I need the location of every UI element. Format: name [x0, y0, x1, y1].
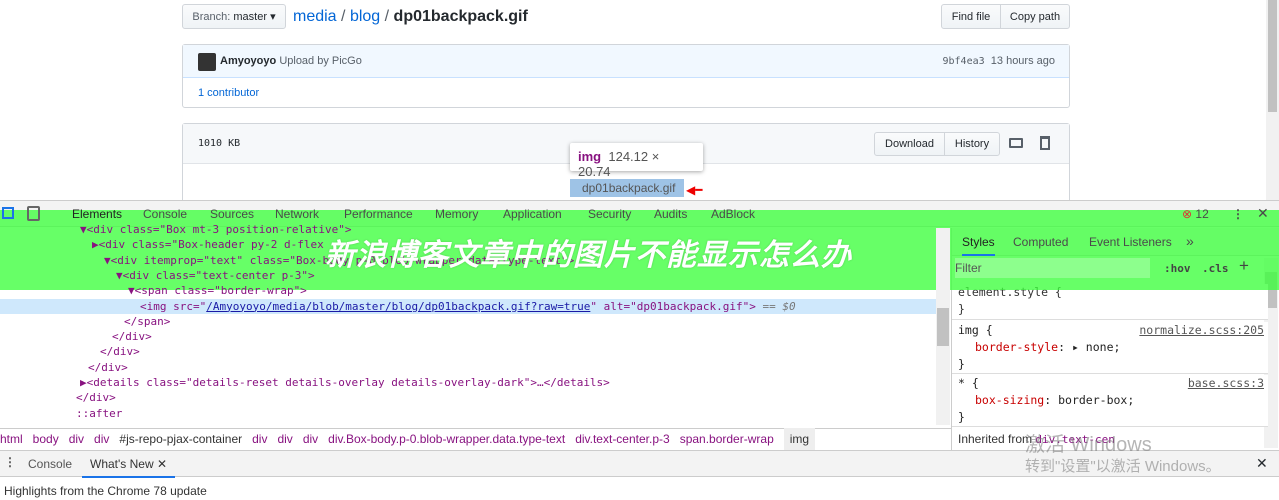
tab-application[interactable]: Application [503, 207, 562, 221]
file-name: dp01backpack.gif [393, 8, 528, 25]
download-button[interactable]: Download [874, 132, 945, 156]
error-icon: ⊗ [1182, 207, 1193, 221]
dom-breadcrumb-item[interactable]: img [783, 428, 816, 450]
dom-breadcrumb-item[interactable]: div [303, 432, 318, 446]
branch-select[interactable]: Branch: master ▾ [182, 4, 286, 29]
file-size: 1010 KB [198, 138, 241, 149]
more-tabs-icon[interactable]: » [1186, 233, 1194, 249]
desktop-icon[interactable] [1009, 138, 1023, 148]
element-tooltip: img 124.12 × 20.74 [570, 143, 703, 179]
device-toolbar-icon[interactable] [27, 206, 40, 221]
tab-computed[interactable]: Computed [1013, 235, 1068, 249]
commit-sha[interactable]: 9bf4ea3 [943, 56, 985, 67]
dom-breadcrumb-item[interactable]: div.text-center.p-3 [575, 432, 670, 446]
dom-breadcrumb-item[interactable]: div [277, 432, 292, 446]
contributors-link[interactable]: 1 contributor [198, 87, 259, 99]
elements-scrollbar[interactable] [936, 228, 950, 425]
breadcrumb-blog[interactable]: blog [350, 8, 380, 25]
tab-styles[interactable]: Styles [962, 235, 995, 256]
dom-breadcrumb-item[interactable]: html [0, 432, 23, 446]
tab-sources[interactable]: Sources [210, 207, 254, 221]
rule-universal: * {base.scss:3 box-sizing: border-box; } [952, 375, 1268, 427]
avatar[interactable] [198, 53, 216, 71]
tab-adblock[interactable]: AdBlock [711, 207, 755, 221]
dom-node-line[interactable]: ▶<details class="details-reset details-o… [0, 375, 936, 390]
dom-node-line[interactable]: ::after [0, 406, 936, 421]
dom-node-line[interactable]: <img src="/Amyoyoyo/media/blob/master/bl… [0, 298, 936, 314]
dom-breadcrumb-item[interactable]: body [33, 432, 59, 446]
dom-node-line[interactable]: </div> [0, 390, 936, 405]
windows-activation-watermark: 激活 Windows 转到"设置"以激活 Windows。 [1025, 434, 1221, 475]
hov-button[interactable]: :hov [1164, 262, 1191, 275]
source-link[interactable]: normalize.scss:205 [1139, 322, 1264, 339]
dom-breadcrumb-item[interactable]: div [94, 432, 109, 446]
dom-node-line[interactable]: </div> [0, 360, 936, 375]
dom-node-line[interactable]: </span> [0, 314, 936, 329]
more-menu-icon[interactable]: ⋮ [1232, 207, 1244, 221]
dom-breadcrumb-item[interactable]: div.Box-body.p-0.blob-wrapper.data.type-… [328, 432, 565, 446]
caret-down-icon: ▾ [270, 11, 276, 23]
rule-img: img {normalize.scss:205 border-style: ▸ … [952, 322, 1268, 374]
tab-security[interactable]: Security [588, 207, 631, 221]
whats-new-text: Highlights from the Chrome 78 update [4, 484, 207, 498]
tab-network[interactable]: Network [275, 207, 319, 221]
commit-box: Amyoyoyo Upload by PicGo 9bf4ea3 13 hour… [182, 44, 1070, 108]
breadcrumb-media[interactable]: media [293, 8, 337, 25]
find-file-button[interactable]: Find file [941, 4, 1001, 29]
tab-memory[interactable]: Memory [435, 207, 478, 221]
tab-elements[interactable]: Elements [72, 207, 122, 221]
dom-breadcrumbs: html body div div #js-repo-pjax-container div… [0, 428, 825, 450]
breadcrumb: media / blog / dp01backpack.gif [293, 8, 528, 25]
error-badge[interactable]: ⊗ 12 [1182, 207, 1209, 221]
drawer-tab-whats-new[interactable]: What's New ✕ [82, 457, 176, 478]
tab-audits[interactable]: Audits [654, 207, 687, 221]
drawer-menu-icon[interactable]: ⋮ [4, 455, 16, 469]
rule-element-style: element.style {} [952, 284, 1268, 320]
dom-node-line[interactable]: </div> [0, 329, 936, 344]
trash-icon[interactable] [1040, 136, 1050, 150]
new-rule-icon[interactable]: + [1239, 256, 1249, 276]
dom-breadcrumb-item[interactable]: div [252, 432, 267, 446]
drawer-tab-console[interactable]: Console [28, 457, 72, 471]
banner-title: 新浪博客文章中的图片不能显示怎么办 [325, 239, 852, 272]
styles-filter-input[interactable] [955, 258, 1150, 278]
cls-button[interactable]: .cls [1202, 262, 1229, 275]
img-src-link[interactable]: /Amyoyoyo/media/blob/master/blog/dp01bac… [206, 300, 590, 313]
close-devtools-icon[interactable]: ✕ [1257, 205, 1269, 222]
tab-performance[interactable]: Performance [344, 207, 413, 221]
dom-node-line[interactable]: ▼<span class="border-wrap"> [0, 283, 936, 298]
tab-console[interactable]: Console [143, 207, 187, 221]
tab-event-listeners[interactable]: Event Listeners [1089, 235, 1172, 249]
history-button[interactable]: History [944, 132, 1000, 156]
dom-breadcrumb-item[interactable]: div [69, 432, 84, 446]
dom-node-line[interactable]: </div> [0, 344, 936, 359]
close-tab-icon[interactable]: ✕ [157, 457, 167, 471]
red-arrow-icon: ◀━ [686, 183, 703, 197]
image-placeholder: dp01backpack.gif [570, 179, 684, 197]
dom-breadcrumb-item[interactable]: #js-repo-pjax-container [119, 432, 242, 446]
dom-breadcrumb-item[interactable]: span.border-wrap [680, 432, 774, 446]
source-link[interactable]: base.scss:3 [1188, 375, 1264, 392]
page-scrollbar[interactable] [1266, 0, 1279, 200]
author-link[interactable]: Amyoyoyo [220, 55, 276, 67]
inspect-icon[interactable] [2, 207, 14, 219]
copy-path-button[interactable]: Copy path [1000, 4, 1070, 29]
close-drawer-icon[interactable]: ✕ [1256, 455, 1268, 472]
